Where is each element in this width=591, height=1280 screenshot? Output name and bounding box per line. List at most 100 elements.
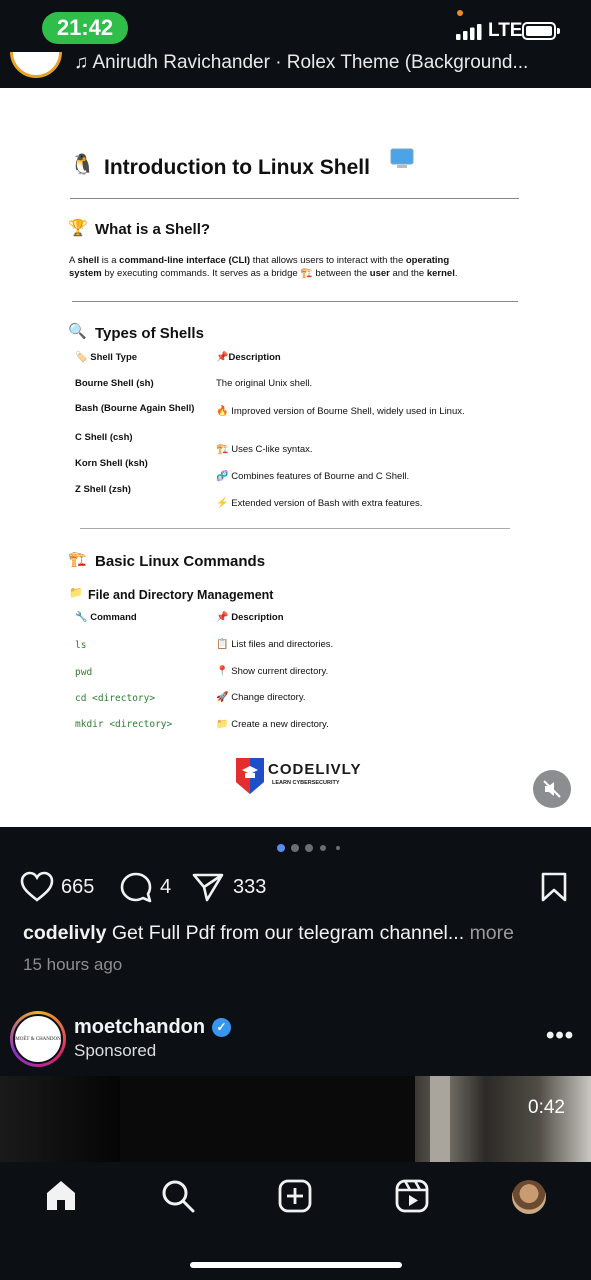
text: Change directory. — [231, 692, 306, 703]
text: by executing commands. It serves as a br… — [101, 268, 301, 279]
bridge-icon: 🏗️ — [300, 268, 313, 279]
text: kernel — [426, 268, 455, 279]
text: that allows users to interact with the — [250, 255, 406, 266]
status-bar: 21:42 LTE — [0, 0, 591, 56]
table-cell: Korn Shell (ksh) — [75, 458, 148, 469]
command-cell: cd <directory> — [75, 693, 156, 704]
post-author-avatar[interactable] — [10, 52, 62, 78]
battery-tip — [557, 28, 560, 34]
comment-count[interactable]: 4 — [160, 876, 171, 899]
text: Uses C-like syntax. — [231, 444, 313, 455]
cmd-header-command: 🔧 Command — [75, 612, 137, 623]
mute-button[interactable] — [533, 770, 571, 808]
mute-icon — [543, 780, 561, 798]
magnifier-icon: 🔍 — [68, 323, 87, 340]
post-timestamp: 15 hours ago — [23, 955, 123, 974]
home-icon[interactable] — [44, 1179, 78, 1213]
post-header-audio[interactable]: ♫ Anirudh Ravichander · Rolex Theme (Bac… — [0, 52, 591, 88]
text: . — [454, 268, 458, 279]
carousel-dot — [291, 844, 299, 852]
text: Extended version of Bash with extra feat… — [231, 498, 423, 509]
command-cell: ls — [75, 640, 87, 651]
bookmark-icon[interactable] — [539, 871, 569, 903]
caption-text: Get Full Pdf from our telegram channel..… — [111, 922, 465, 944]
status-time: 21:42 — [42, 12, 128, 44]
text: Show current directory. — [231, 666, 329, 677]
search-icon[interactable] — [161, 1179, 195, 1213]
computer-icon — [390, 148, 414, 168]
text: user — [369, 268, 390, 279]
trophy-icon: 🏆 — [68, 220, 88, 237]
folder-icon: 📁 — [69, 587, 83, 599]
sponsor-avatar-logo: MOËT & CHANDON — [13, 1014, 63, 1064]
caption-more-link[interactable]: more — [470, 922, 514, 944]
text: Description — [231, 612, 284, 623]
pin-icon: 📌 — [216, 612, 232, 623]
text: Create a new directory. — [231, 719, 329, 730]
logo-title: CODELIVLY — [268, 761, 362, 778]
crane-icon: 🏗️ — [216, 444, 232, 455]
share-icon[interactable] — [191, 871, 225, 903]
types-header-shell: 🏷️ Shell Type — [75, 352, 137, 363]
sponsor-avatar[interactable]: MOËT & CHANDON — [10, 1011, 66, 1067]
doc-title: Introduction to Linux Shell — [104, 156, 370, 179]
verified-badge-icon: ✓ — [212, 1018, 231, 1037]
audio-track-text: Anirudh Ravichander · Rolex Theme (Backg… — [92, 52, 529, 73]
clipboard-icon: 📋 — [216, 639, 232, 650]
text: and the — [389, 268, 427, 279]
divider — [80, 528, 510, 529]
profile-avatar[interactable] — [512, 1180, 546, 1214]
caption: codelivly Get Full Pdf from our telegram… — [23, 922, 514, 945]
types-header-desc: 📌Description — [216, 352, 281, 363]
post-image[interactable]: 🐧 Introduction to Linux Shell 🏆 What is … — [0, 88, 591, 827]
table-cell: 🧬 Combines features of Bourne and C Shel… — [216, 471, 409, 482]
table-cell: Z Shell (zsh) — [75, 484, 131, 495]
penguin-icon: 🐧 — [70, 154, 95, 176]
lightning-icon: ⚡ — [216, 498, 232, 509]
crane-icon: 🏗️ — [68, 551, 87, 568]
sponsor-username[interactable]: moetchandon — [74, 1016, 205, 1039]
logo-subtitle: LEARN CYBERSECURITY — [272, 780, 340, 786]
text: operating — [405, 255, 450, 266]
heart-icon[interactable] — [20, 871, 54, 903]
create-icon[interactable] — [278, 1179, 312, 1213]
table-cell: 🔥 Improved version of Bourne Shell, wide… — [216, 406, 465, 417]
table-cell: Bash (Bourne Again Shell) — [75, 403, 195, 414]
tag-icon: 🏷️ — [75, 352, 91, 363]
rocket-icon: 🚀 — [216, 692, 232, 703]
like-count[interactable]: 665 — [61, 876, 94, 899]
folder-icon: 📁 — [216, 719, 232, 730]
types-heading: Types of Shells — [95, 325, 204, 342]
music-note-icon: ♫ — [74, 52, 93, 73]
reels-icon[interactable] — [395, 1179, 429, 1213]
text: Combines features of Bourne and C Shell. — [231, 471, 410, 482]
divider — [72, 301, 518, 302]
text: system — [69, 268, 102, 279]
share-count[interactable]: 333 — [233, 876, 266, 899]
fire-icon: 🔥 — [216, 406, 232, 417]
carousel-dot — [320, 845, 326, 851]
carousel-dots — [0, 840, 591, 856]
text: shell — [77, 255, 100, 266]
text: between the — [312, 268, 370, 279]
mic-indicator-dot — [457, 10, 463, 16]
cmd-header-desc: 📌 Description — [216, 612, 284, 623]
table-cell: Bourne Shell (sh) — [75, 378, 154, 389]
caption-username[interactable]: codelivly — [23, 922, 106, 944]
signal-icon — [456, 24, 482, 40]
more-options-icon[interactable]: ••• — [546, 1022, 574, 1050]
table-cell: ⚡ Extended version of Bash with extra fe… — [216, 498, 422, 509]
sponsored-label: Sponsored — [74, 1041, 157, 1060]
text: is a — [99, 255, 120, 266]
carousel-dot — [336, 846, 340, 850]
table-cell: C Shell (csh) — [75, 432, 133, 443]
sponsored-video[interactable] — [0, 1076, 591, 1162]
command-cell: mkdir <directory> — [75, 719, 173, 730]
battery-icon — [522, 22, 556, 40]
pin-icon: 📌 — [216, 352, 229, 363]
what-body: A shell is a command-line interface (CLI… — [69, 254, 509, 280]
text: Shell Type — [90, 352, 138, 363]
text: Command — [90, 612, 137, 623]
comment-icon[interactable] — [119, 871, 153, 903]
carousel-dot — [305, 844, 313, 852]
